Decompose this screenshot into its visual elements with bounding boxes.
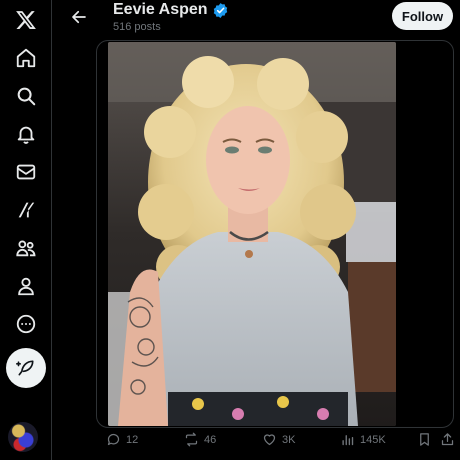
follow-button[interactable]: Follow xyxy=(392,2,453,30)
bookmark-button[interactable] xyxy=(417,432,432,447)
reply-count: 12 xyxy=(126,433,139,446)
people-icon[interactable] xyxy=(8,230,44,266)
person-icon[interactable] xyxy=(8,268,44,304)
feather-icon xyxy=(16,360,34,376)
grok-icon[interactable] xyxy=(8,192,44,228)
repost-button[interactable]: 46 xyxy=(184,432,216,447)
verified-badge-icon xyxy=(212,2,229,19)
post-count: 516 posts xyxy=(113,21,161,33)
bell-icon[interactable] xyxy=(8,116,44,152)
bar-chart-icon xyxy=(342,435,354,446)
post-media-card[interactable] xyxy=(96,40,454,428)
sidebar xyxy=(0,0,52,460)
like-button[interactable]: 3K xyxy=(262,432,295,447)
portrait-image xyxy=(108,42,396,426)
search-icon[interactable] xyxy=(8,78,44,114)
more-circle-icon[interactable] xyxy=(8,306,44,342)
x-logo-icon[interactable] xyxy=(8,2,44,38)
share-icon xyxy=(441,433,454,446)
heart-icon xyxy=(263,434,276,446)
view-count: 145K xyxy=(360,433,386,446)
home-icon[interactable] xyxy=(8,40,44,76)
reply-button[interactable]: 12 xyxy=(106,432,138,447)
bookmark-icon xyxy=(420,433,429,446)
profile-name: Eevie Aspen xyxy=(113,1,208,18)
avatar[interactable] xyxy=(8,422,38,452)
post-action-bar: 12 46 3K 145K xyxy=(104,432,456,452)
share-button[interactable] xyxy=(440,432,455,447)
arrow-left-icon xyxy=(72,10,86,24)
post-photo[interactable] xyxy=(108,42,396,426)
profile-header: Eevie Aspen xyxy=(113,1,229,19)
repost-icon xyxy=(185,432,198,447)
compose-button[interactable] xyxy=(6,348,46,388)
repost-count: 46 xyxy=(204,433,217,446)
back-button[interactable] xyxy=(64,2,94,32)
reply-icon xyxy=(107,433,120,446)
views-button[interactable]: 145K xyxy=(340,432,386,447)
envelope-icon[interactable] xyxy=(8,154,44,190)
like-count: 3K xyxy=(282,433,296,446)
